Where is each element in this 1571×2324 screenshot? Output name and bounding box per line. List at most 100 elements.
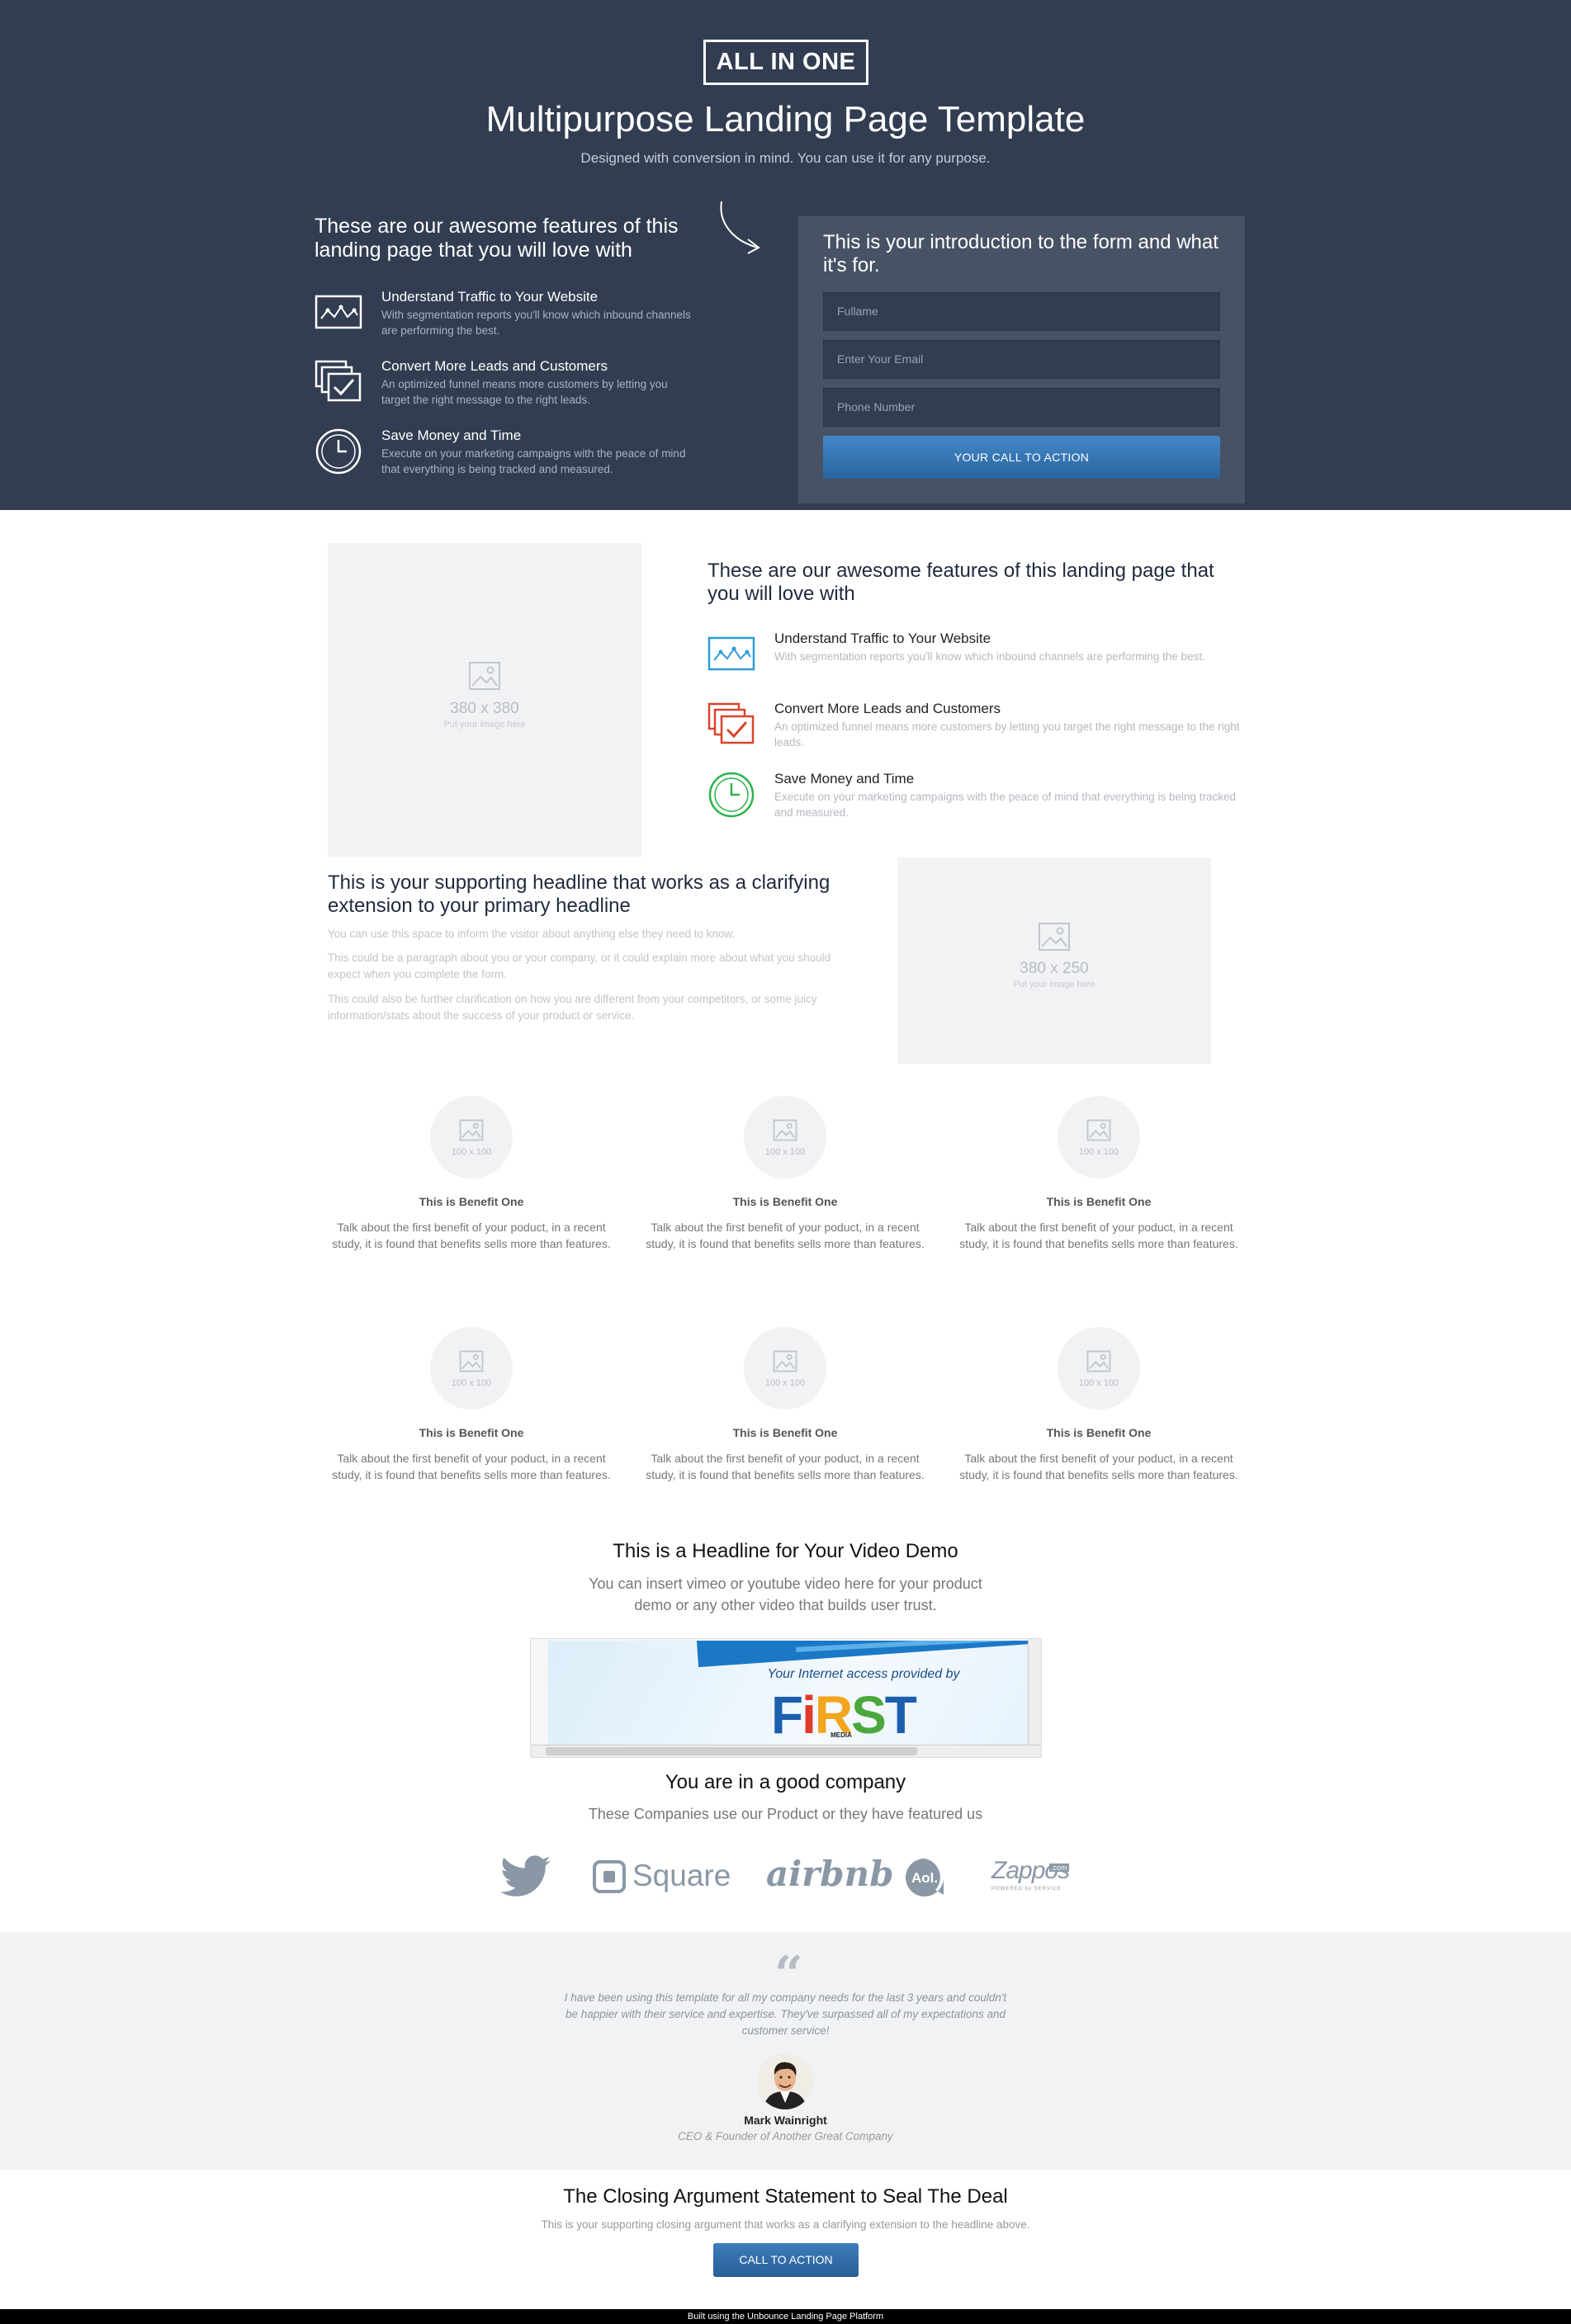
vertical-scrollbar[interactable] xyxy=(1028,1639,1041,1745)
image-icon xyxy=(1039,923,1070,951)
clock-icon xyxy=(708,772,755,818)
features-heading-light: These are our awesome features of this l… xyxy=(707,560,1214,605)
curved-arrow-icon xyxy=(720,201,760,254)
feature-item-time: Save Money and Time Execute on your mark… xyxy=(315,427,694,485)
feature-title: Convert More Leads and Customers xyxy=(774,701,1001,716)
hero-section: ALL IN ONE Multipurpose Landing Page Tem… xyxy=(0,0,1571,510)
image-placeholder-support: 380 x 250 Put your image here xyxy=(897,857,1211,1064)
clock-icon xyxy=(315,428,362,475)
benefit-item: 100 x 100 This is Benefit One Talk about… xyxy=(636,1327,949,1492)
feature-desc: Execute on your marketing campaigns with… xyxy=(774,791,1237,819)
horizontal-scrollbar[interactable] xyxy=(531,1745,1041,1757)
line-chart-icon xyxy=(315,295,362,329)
benefit-item: 100 x 100 This is Benefit One Talk about… xyxy=(949,1327,1263,1492)
footer-credit: Built using the Unbounce Landing Page Pl… xyxy=(0,2309,1571,2324)
feature-desc: Execute on your marketing campaigns with… xyxy=(381,447,686,475)
benefit-desc: Talk about the first benefit of your pod… xyxy=(646,1221,925,1250)
benefit-image-placeholder: 100 x 100 xyxy=(1058,1327,1140,1410)
feature-title: Convert More Leads and Customers xyxy=(381,358,608,374)
benefit-desc: Talk about the first benefit of your pod… xyxy=(959,1221,1238,1250)
image-hint-label: Put your image here xyxy=(443,720,526,730)
image-icon xyxy=(459,1119,484,1141)
author-name: Mark Wainright xyxy=(744,2114,827,2127)
support-paragraph: This could also be further clarification… xyxy=(328,993,817,1022)
testimonial-quote: I have been using this template for all … xyxy=(564,1991,1007,2037)
video-brand-sub: MEDIA xyxy=(830,1731,852,1739)
benefit-desc: Talk about the first benefit of your pod… xyxy=(332,1221,611,1250)
call-to-action-button-bottom[interactable]: CALL TO ACTION xyxy=(713,2243,859,2277)
image-icon xyxy=(1086,1119,1111,1141)
benefit-image-placeholder: 100 x 100 xyxy=(430,1096,513,1179)
video-embed[interactable]: Your Internet access provided by FiRST M… xyxy=(530,1638,1042,1758)
closing-headline: The Closing Argument Statement to Seal T… xyxy=(563,2185,1008,2208)
image-icon xyxy=(469,662,500,690)
image-icon xyxy=(1086,1350,1111,1372)
avatar xyxy=(757,2053,813,2109)
image-size-label: 380 x 380 xyxy=(450,700,519,717)
image-placeholder-main: 380 x 380 Put your image here xyxy=(328,543,641,857)
square-logo-icon xyxy=(593,1860,626,1893)
aol-logo: Aol. xyxy=(904,1857,945,1898)
benefit-image-placeholder: 100 x 100 xyxy=(744,1096,826,1179)
feature-title: Save Money and Time xyxy=(381,427,522,443)
twitter-bird-icon xyxy=(500,1855,551,1897)
testimonial-section: “ I have been using this template for al… xyxy=(0,1932,1571,2170)
video-subtext: You can insert vimeo or youtube video he… xyxy=(589,1575,982,1613)
call-to-action-button[interactable]: YOUR CALL TO ACTION xyxy=(823,436,1220,479)
phone-field[interactable]: Phone Number xyxy=(823,388,1220,427)
stacked-check-icon xyxy=(707,702,755,744)
signup-form: This is your introduction to the form an… xyxy=(798,216,1245,503)
benefit-title: This is Benefit One xyxy=(732,1195,838,1208)
page-subtitle: Designed with conversion in mind. You ca… xyxy=(580,150,991,166)
image-size-label: 100 x 100 xyxy=(1078,1147,1119,1157)
feature-desc: With segmentation reports you'll know wh… xyxy=(381,309,691,337)
quote-icon: “ xyxy=(774,1946,803,2004)
image-size-label: 100 x 100 xyxy=(1078,1378,1119,1388)
author-role: CEO & Founder of Another Great Company xyxy=(678,2130,893,2142)
feature-item-leads-light: Convert More Leads and Customers An opti… xyxy=(707,701,1244,758)
company-headline: You are in a good company xyxy=(665,1771,906,1793)
image-icon xyxy=(773,1119,797,1141)
image-icon xyxy=(459,1350,484,1372)
image-hint-label: Put your image here xyxy=(1013,980,1095,990)
benefit-desc: Talk about the first benefit of your pod… xyxy=(959,1452,1238,1481)
company-subtext: These Companies use our Product or they … xyxy=(588,1806,983,1822)
logo: ALL IN ONE xyxy=(703,40,868,85)
benefit-item: 100 x 100 This is Benefit One Talk about… xyxy=(636,1096,949,1261)
image-size-label: 380 x 250 xyxy=(1020,960,1089,977)
benefit-title: This is Benefit One xyxy=(732,1426,838,1439)
image-size-label: 100 x 100 xyxy=(451,1378,492,1388)
benefit-title: This is Benefit One xyxy=(1046,1195,1152,1208)
feature-item-leads: Convert More Leads and Customers An opti… xyxy=(315,358,694,416)
airbnb-logo: airbnb xyxy=(766,1854,894,1894)
email-field[interactable]: Enter Your Email xyxy=(823,340,1220,379)
page-title: Multipurpose Landing Page Template xyxy=(485,99,1086,139)
benefit-desc: Talk about the first benefit of your pod… xyxy=(332,1452,611,1481)
feature-title: Understand Traffic to Your Website xyxy=(774,631,991,646)
stacked-check-icon xyxy=(315,360,362,402)
benefit-item: 100 x 100 This is Benefit One Talk about… xyxy=(322,1327,636,1492)
benefit-title: This is Benefit One xyxy=(1046,1426,1152,1439)
benefit-item: 100 x 100 This is Benefit One Talk about… xyxy=(949,1096,1263,1261)
image-size-label: 100 x 100 xyxy=(451,1147,492,1157)
benefit-desc: Talk about the first benefit of your pod… xyxy=(646,1452,925,1481)
feature-desc: An optimized funnel means more customers… xyxy=(381,378,668,406)
features-heading: These are our awesome features of this l… xyxy=(315,215,679,262)
closing-subtext: This is your supporting closing argument… xyxy=(541,2218,1030,2231)
zappos-logo: Zappos .com POWERED by SERVICE xyxy=(991,1857,1070,1892)
benefit-image-placeholder: 100 x 100 xyxy=(430,1327,513,1410)
square-logo: Square xyxy=(593,1855,733,1898)
feature-item-time-light: Save Money and Time Execute on your mark… xyxy=(707,771,1244,829)
video-preview: Your Internet access provided by FiRST M… xyxy=(548,1641,1030,1745)
feature-desc: An optimized funnel means more customers… xyxy=(774,720,1240,749)
form-intro: This is your introduction to the form an… xyxy=(823,231,1218,276)
benefit-image-placeholder: 100 x 100 xyxy=(744,1327,826,1410)
feature-title: Save Money and Time xyxy=(774,771,915,786)
benefit-item: 100 x 100 This is Benefit One Talk about… xyxy=(322,1096,636,1261)
benefit-image-placeholder: 100 x 100 xyxy=(1058,1096,1140,1179)
benefit-title: This is Benefit One xyxy=(419,1195,524,1208)
fullname-field[interactable]: Fullame xyxy=(823,292,1220,331)
feature-item-traffic: Understand Traffic to Your Website With … xyxy=(315,289,694,347)
feature-item-traffic-light: Understand Traffic to Your Website With … xyxy=(707,631,1244,688)
video-provider-text: Your Internet access provided by xyxy=(767,1667,960,1681)
